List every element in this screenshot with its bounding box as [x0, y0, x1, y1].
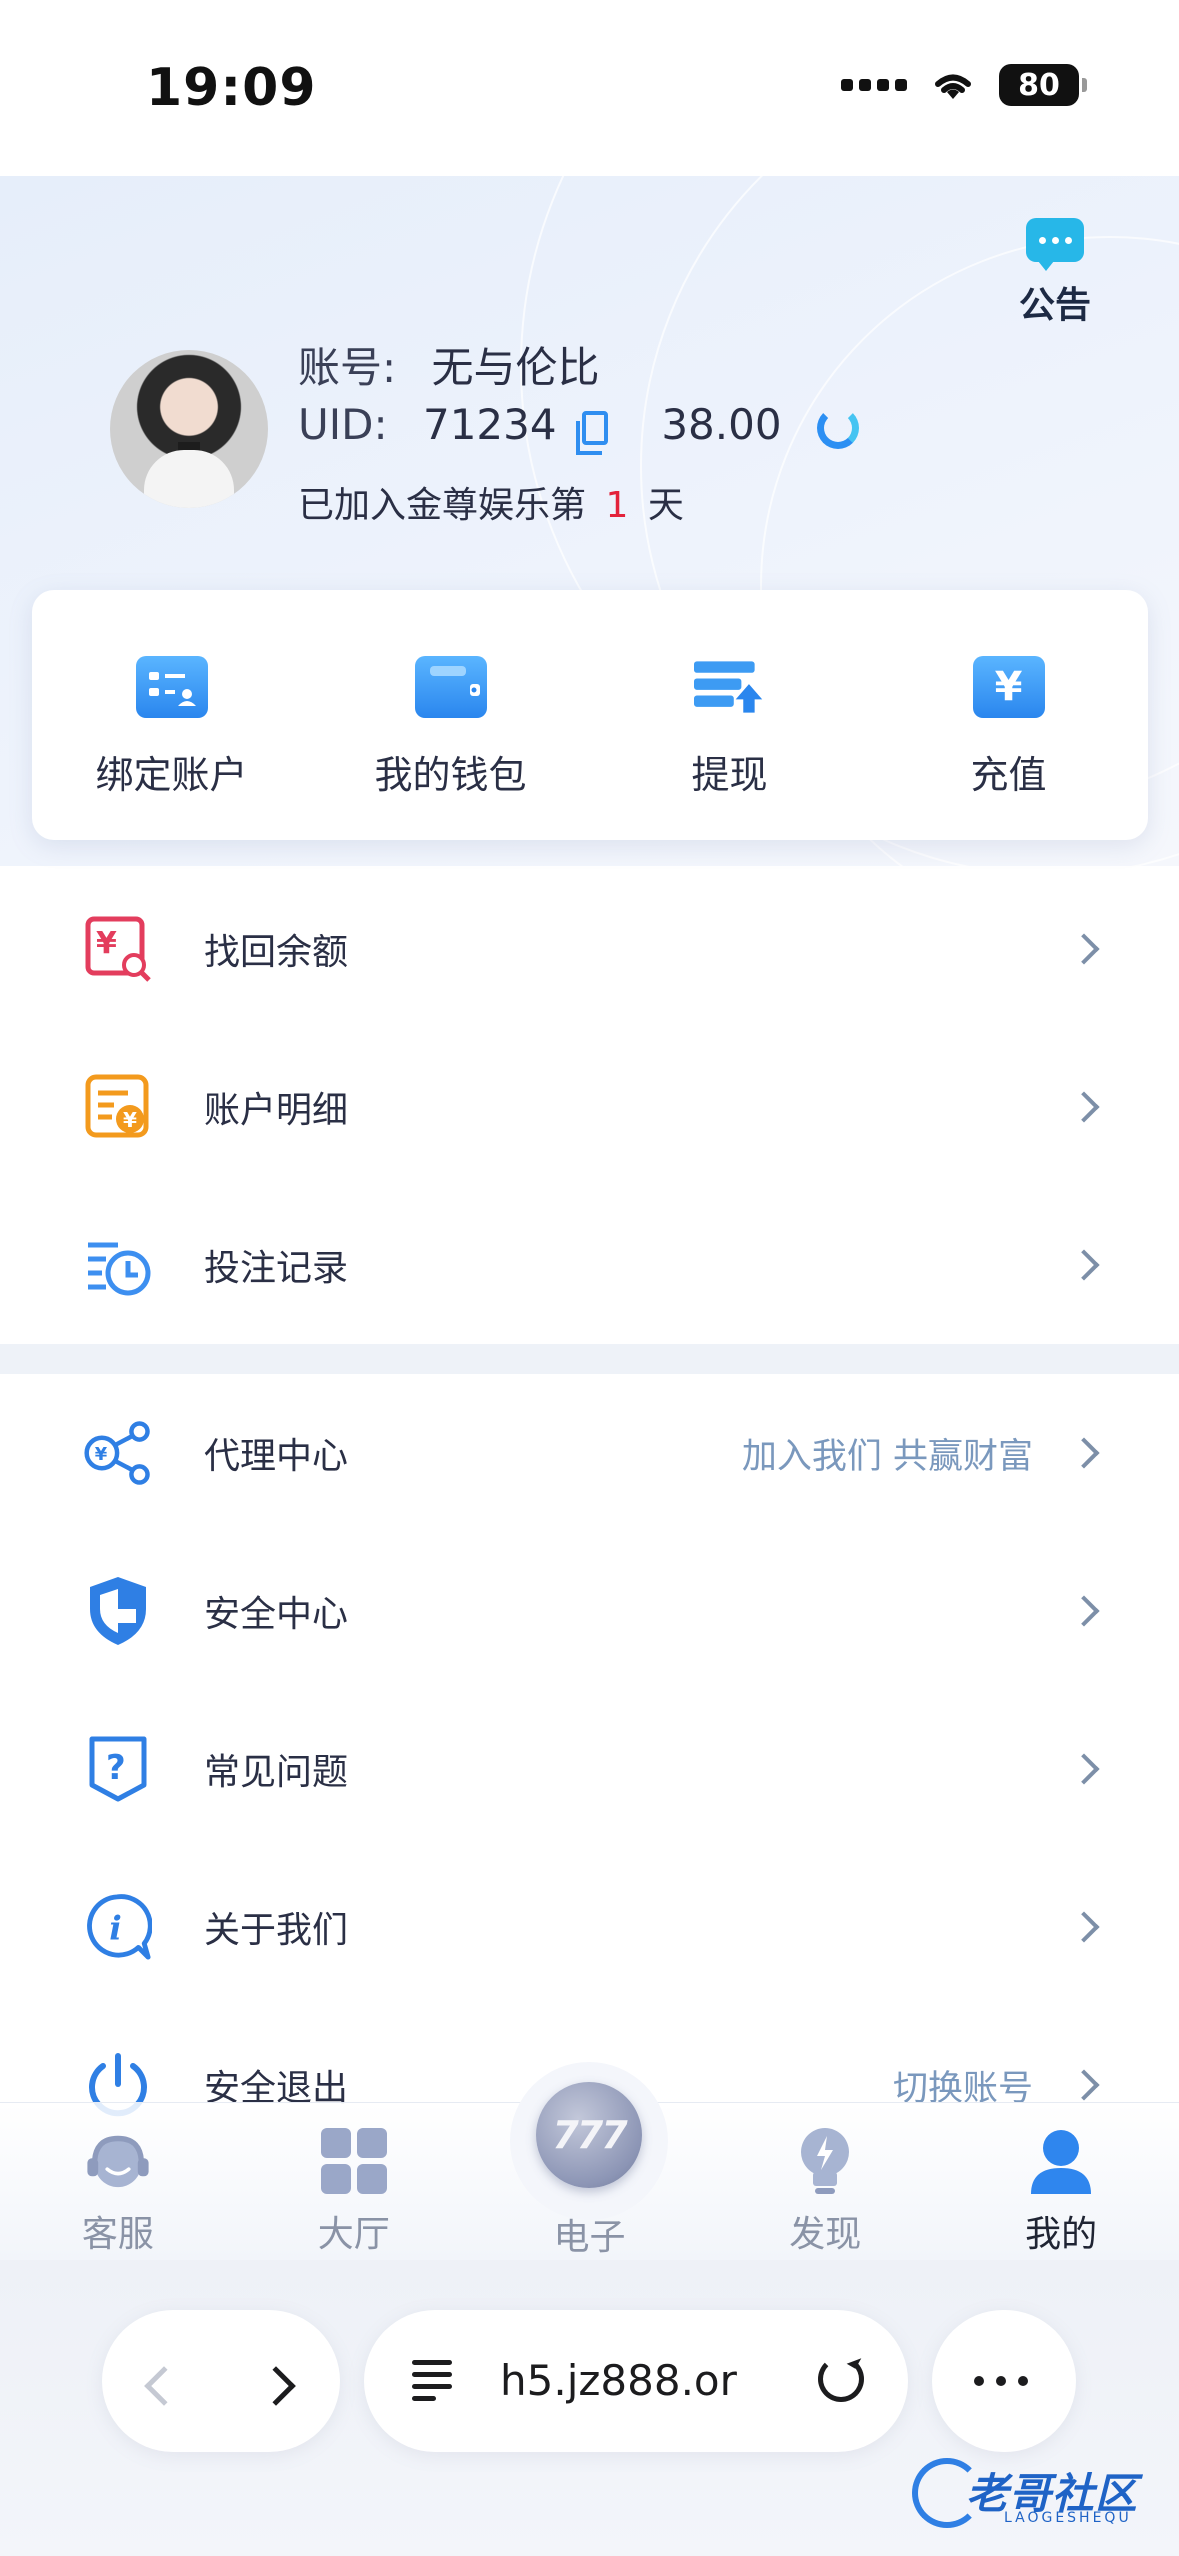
days-count: 1 [605, 485, 629, 526]
url-text[interactable]: h5.jz888.or [500, 2356, 737, 2405]
status-icons: 80 [841, 64, 1087, 106]
quick-label: 我的钱包 [374, 753, 527, 797]
chevron-right-icon [1068, 1911, 1100, 1943]
tab-label: 我的 [1025, 2214, 1098, 2255]
chat-bubble-icon [1026, 218, 1084, 271]
membership-days: 已加入金尊娱乐第 1 天 [298, 476, 684, 528]
uid-line: UID: 71234 38.00 [298, 400, 859, 455]
account-details-icon: ¥ [84, 1073, 152, 1141]
status-time: 19:09 [146, 58, 317, 118]
refresh-balance-icon[interactable] [816, 406, 859, 449]
chevron-right-icon [1068, 1249, 1100, 1281]
days-suffix: 天 [647, 485, 684, 526]
info-icon: i [84, 1893, 152, 1961]
quick-label: 充值 [970, 753, 1047, 797]
tab-lobby[interactable]: 大厅 [236, 2103, 472, 2260]
lobby-grid-icon [318, 2125, 390, 2197]
tab-customer-service[interactable]: 客服 [0, 2103, 236, 2260]
avatar[interactable] [110, 350, 268, 508]
wifi-icon [935, 74, 971, 99]
bet-records-icon [84, 1231, 152, 1299]
quick-label: 绑定账户 [95, 753, 248, 797]
battery-icon: 80 [999, 64, 1087, 106]
balance-value: 38.00 [661, 400, 782, 449]
withdraw-icon [693, 656, 766, 718]
watermark-sub: LAOGESHEQU [1004, 2510, 1132, 2526]
slots-777-icon[interactable]: 777 [536, 2082, 642, 2188]
menu-label: 找回余额 [204, 932, 349, 973]
menu-about-us[interactable]: i 关于我们 [0, 1848, 1179, 2006]
uid-value: 71234 [422, 400, 557, 449]
account-label: 账号: [298, 343, 397, 392]
menu-label: 代理中心 [204, 1436, 349, 1477]
menu-label: 安全中心 [204, 1594, 349, 1635]
chevron-right-icon [1068, 1595, 1100, 1627]
menu-label: 关于我们 [204, 1910, 349, 1951]
chevron-right-icon [1068, 1753, 1100, 1785]
chevron-right-icon [1068, 2069, 1100, 2101]
tab-label: 发现 [789, 2214, 862, 2255]
account-line: 账号: 无与伦比 [298, 334, 600, 395]
reload-icon[interactable] [818, 2356, 864, 2402]
menu-label: 账户明细 [204, 1090, 349, 1131]
customer-service-icon [82, 2125, 154, 2197]
quick-recharge[interactable]: ¥ 充值 [869, 590, 1148, 840]
uid-label: UID: [298, 400, 388, 449]
tab-discover[interactable]: 发现 [707, 2103, 943, 2260]
svg-text:¥: ¥ [95, 1444, 108, 1465]
quick-my-wallet[interactable]: 我的钱包 [311, 590, 590, 840]
menu-agent-center[interactable]: ¥ 代理中心 加入我们 共赢财富 [0, 1374, 1179, 1532]
quick-actions-card: 绑定账户 我的钱包 提现 ¥ 充值 [32, 590, 1148, 840]
menu-label: 常见问题 [204, 1752, 349, 1793]
svg-text:?: ? [106, 1748, 126, 1788]
chevron-right-icon [1068, 1437, 1100, 1469]
svg-text:¥: ¥ [96, 926, 117, 961]
tab-profile[interactable]: 我的 [943, 2103, 1179, 2260]
days-prefix: 已加入金尊娱乐第 [298, 485, 587, 526]
faq-icon: ? [84, 1735, 152, 1803]
chevron-right-icon [1068, 1091, 1100, 1123]
agent-center-icon: ¥ [84, 1419, 152, 1487]
wallet-icon [414, 656, 487, 718]
status-bar: 19:09 80 [0, 0, 1179, 176]
menu-label: 投注记录 [204, 1248, 349, 1289]
account-name: 无与伦比 [431, 343, 600, 392]
quick-label: 提现 [691, 753, 768, 797]
svg-text:i: i [109, 1909, 122, 1948]
shield-icon [84, 1577, 152, 1645]
quick-bind-account[interactable]: 绑定账户 [32, 590, 311, 840]
agent-slogan: 加入我们 共赢财富 [741, 1436, 1033, 1477]
notice-button[interactable]: 公告 [1018, 218, 1092, 328]
more-dots-icon [974, 2376, 1028, 2386]
menu-bet-records[interactable]: 投注记录 [0, 1186, 1179, 1344]
recharge-icon: ¥ [972, 656, 1045, 718]
nav-buttons-pill [102, 2310, 340, 2452]
tab-label: 大厅 [317, 2214, 390, 2255]
chevron-right-icon [1068, 933, 1100, 965]
section-divider [0, 1344, 1179, 1374]
watermark-logo: 老哥社区 LAOGESHEQU [912, 2452, 1162, 2534]
bind-account-icon [135, 656, 208, 718]
quick-withdraw[interactable]: 提现 [590, 590, 869, 840]
menu-recover-balance[interactable]: ¥ 找回余额 [0, 870, 1179, 1028]
cellular-signal-icon [841, 79, 907, 91]
tab-label: 客服 [81, 2214, 154, 2255]
menu-faq[interactable]: ? 常见问题 [0, 1690, 1179, 1848]
menu-group-services: ¥ 代理中心 加入我们 共赢财富 安全中心 ? 常见问题 i 关于我们 安全退出… [0, 1374, 1179, 2164]
menu-security-center[interactable]: 安全中心 [0, 1532, 1179, 1690]
recover-balance-icon: ¥ [84, 915, 152, 983]
tabs-icon[interactable] [412, 2360, 454, 2402]
copy-icon[interactable] [575, 410, 608, 455]
menu-account-details[interactable]: ¥ 账户明细 [0, 1028, 1179, 1186]
notice-label: 公告 [1018, 285, 1091, 326]
menu-group-finance: ¥ 找回余额 ¥ 账户明细 投注记录 [0, 870, 1179, 1344]
profile-icon [1025, 2125, 1097, 2197]
svg-text:¥: ¥ [123, 1108, 137, 1132]
discover-bulb-icon [789, 2125, 861, 2197]
